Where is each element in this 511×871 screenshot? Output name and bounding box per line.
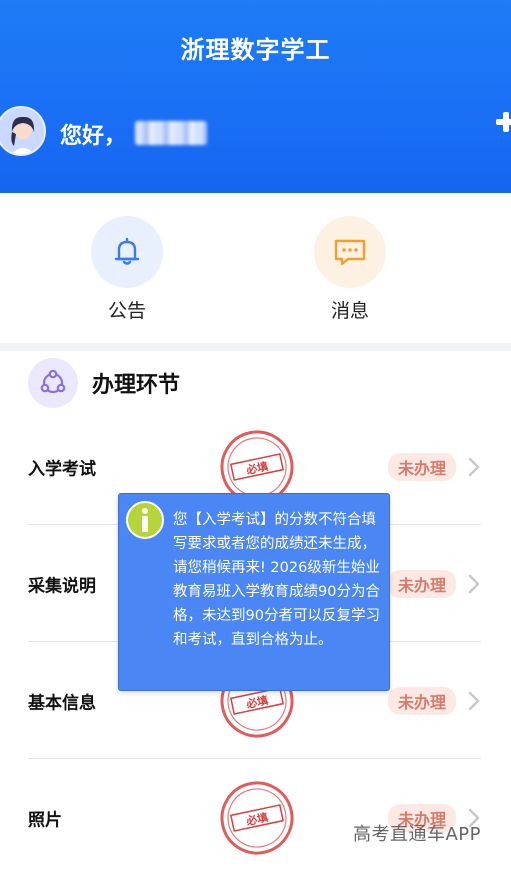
popup-message: 您【入学考试】的分数不符合填写要求或者您的成绩还未生成，请您稍候再来! 2026…	[173, 512, 380, 648]
message-button[interactable]: 消息	[300, 216, 400, 323]
greeting-text: 您好，	[60, 124, 127, 149]
status-badge: 未办理	[387, 452, 456, 481]
watermark: 高考直通车APP	[352, 824, 481, 845]
status-badge: 未办理	[387, 686, 456, 715]
plus-icon[interactable]	[494, 110, 511, 134]
blurred-username	[135, 121, 207, 145]
info-popup[interactable]: 您【入学考试】的分数不符合填写要求或者您的成绩还未生成，请您稍候再来! 2026…	[118, 493, 390, 691]
bell-icon	[114, 237, 140, 265]
quick-actions-panel: 公告 消息	[0, 193, 511, 343]
process-icon-circle	[28, 358, 78, 408]
message-icon-circle	[314, 216, 386, 288]
section-title: 办理环节	[92, 373, 181, 398]
message-icon	[334, 239, 366, 266]
chevron-right-icon	[468, 691, 480, 710]
announcement-icon-circle	[91, 216, 163, 288]
section-divider	[0, 343, 511, 351]
process-icon	[40, 369, 66, 394]
app-title: 浙理数字学工	[180, 36, 331, 64]
avatar[interactable]	[0, 106, 46, 156]
row-label: 采集说明	[28, 576, 96, 596]
chevron-right-icon	[468, 574, 480, 593]
process-row-photo[interactable]: 照片 必填 未办理	[0, 759, 511, 871]
user-avatar-icon	[0, 108, 44, 154]
row-label: 入学考试	[28, 459, 96, 479]
chevron-right-icon	[468, 457, 480, 476]
required-stamp-icon: 必填	[220, 781, 294, 854]
message-label: 消息	[330, 300, 369, 322]
row-label: 照片	[28, 810, 62, 830]
announcement-button[interactable]: 公告	[77, 216, 177, 323]
app-header: 浙理数字学工 您好，	[0, 0, 511, 193]
info-icon	[126, 501, 164, 539]
announcement-label: 公告	[107, 300, 146, 322]
row-label: 基本信息	[28, 693, 96, 713]
section-header: 办理环节	[28, 357, 180, 409]
status-badge: 未办理	[387, 569, 456, 598]
